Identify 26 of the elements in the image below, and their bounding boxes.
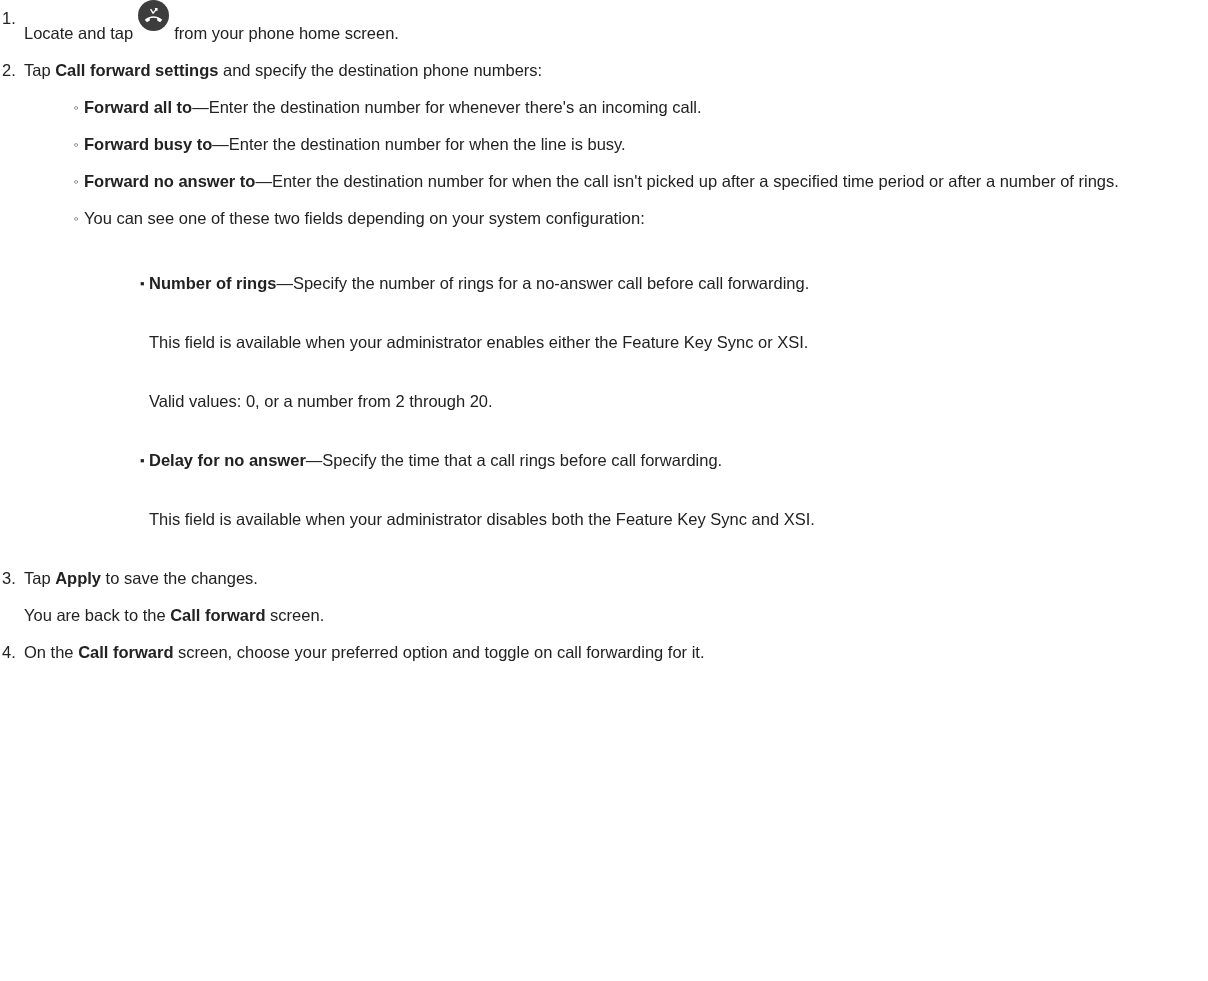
- list-text: Tap Call forward settings and specify the destination phone numbers:: [24, 60, 544, 81]
- list-marker: 1.: [2, 8, 17, 29]
- list-text: Delay for no answer—Specify the time that a call rings before call forwarding.: [149, 450, 724, 471]
- list-text: Locate and tap: [24, 24, 134, 42]
- list-marker: ◦: [74, 210, 80, 228]
- list-marker: ◦: [74, 136, 80, 154]
- note-text: This field is available when your administrator disables both the Feature Key Sync and XSI.: [149, 509, 815, 530]
- list-text: Tap Apply to save the changes.: [24, 568, 259, 589]
- list-marker: 3.: [2, 568, 17, 589]
- list-marker: 2.: [2, 60, 17, 81]
- list-text: On the Call forward screen, choose your preferred option and toggle on call forwarding for it.: [24, 642, 705, 663]
- list-text: Forward all to—Enter the destination number for whenever there's an incoming call.: [84, 97, 702, 118]
- list-marker: ▪: [140, 275, 146, 293]
- note-text: This field is available when your administrator enables either the Feature Key Sync or XSI.: [149, 332, 810, 353]
- list-text: Number of rings—Specify the number of rings for a no-answer call before call forwarding.: [149, 273, 810, 294]
- phone-icon[interactable]: [138, 0, 170, 31]
- list-text: Forward busy to—Enter the destination number for when the line is busy.: [84, 134, 626, 155]
- list-text: from your phone home screen.: [174, 24, 399, 42]
- list-text: Forward no answer to—Enter the destination number for when the call isn't picked up after a specified time period or after a number of rings.: [84, 171, 1119, 192]
- list-marker: ◦: [74, 99, 80, 117]
- list-marker: 4.: [2, 642, 17, 663]
- note-text: You are back to the Call forward screen.: [24, 605, 325, 626]
- note-text: Valid values: 0, or a number from 2 through 20.: [149, 391, 494, 412]
- list-marker: ◦: [74, 173, 80, 191]
- list-text: You can see one of these two fields depending on your system configuration:: [84, 208, 646, 229]
- list-marker: ▪: [140, 452, 146, 470]
